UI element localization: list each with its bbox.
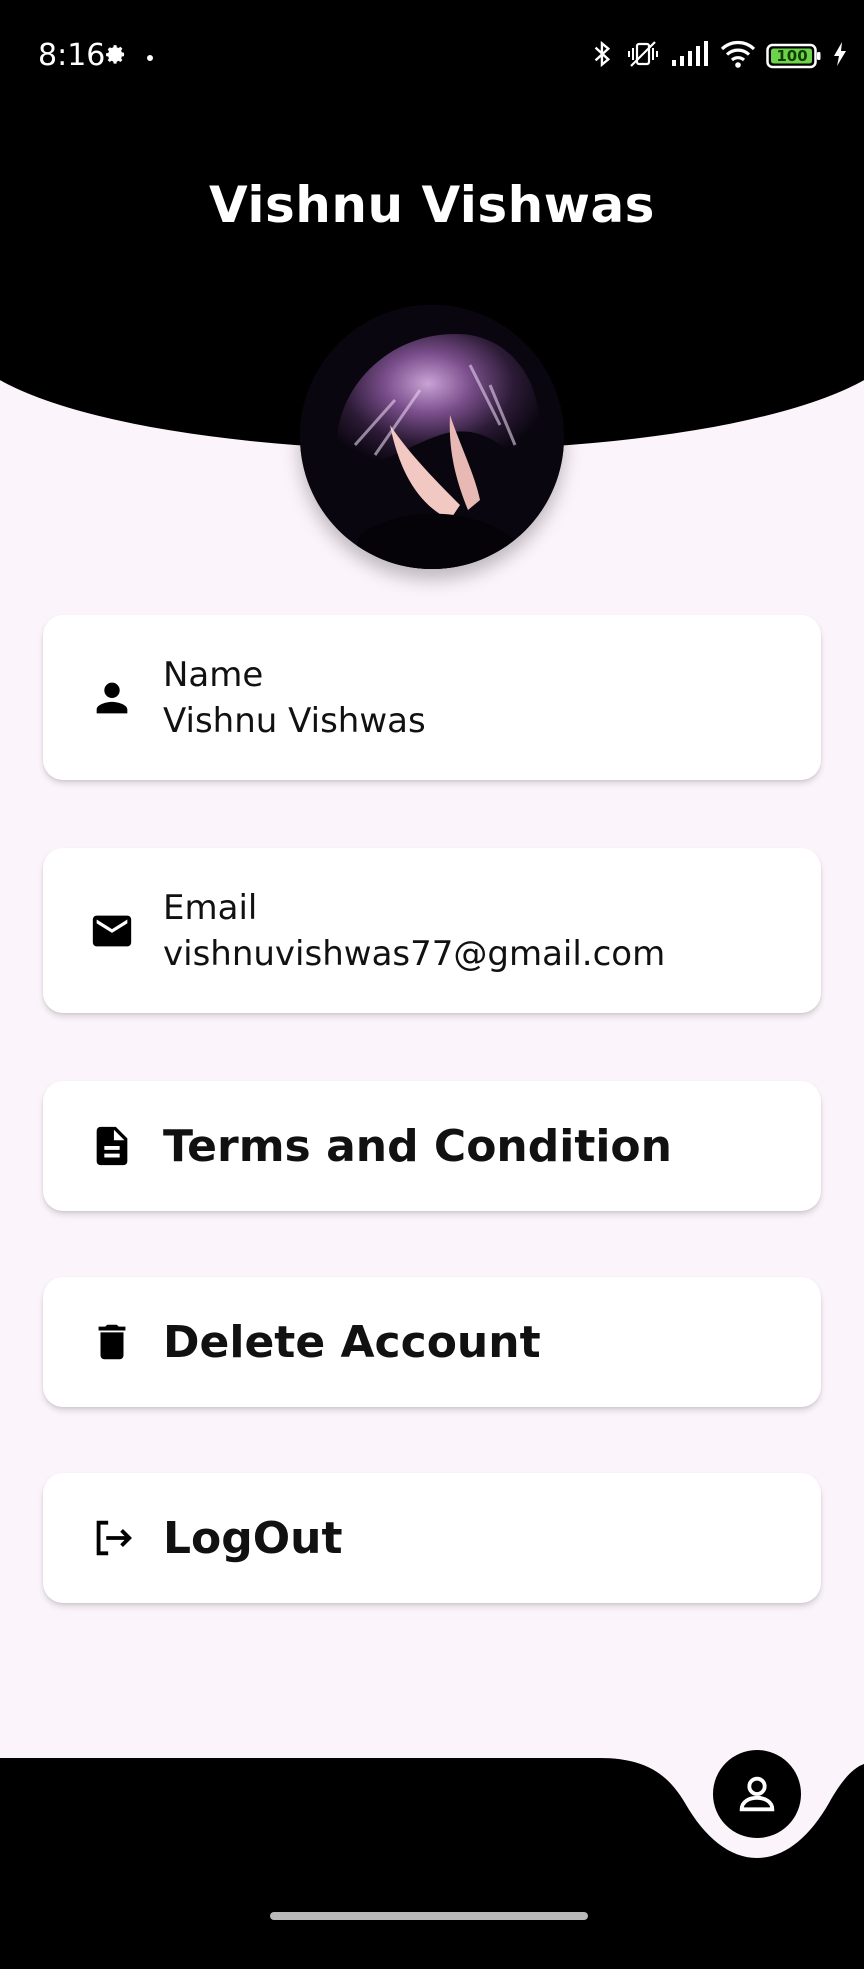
profile-photo[interactable] [300, 305, 564, 569]
name-value: Vishnu Vishwas [163, 700, 426, 741]
status-bar: 8:16 100 [0, 0, 864, 110]
delete-account-label: Delete Account [163, 1316, 541, 1368]
nav-profile[interactable] [713, 1750, 801, 1838]
person-icon [87, 673, 137, 723]
document-icon [87, 1121, 137, 1171]
terms-label: Terms and Condition [163, 1120, 672, 1172]
wifi-icon [720, 39, 756, 73]
mail-icon [87, 906, 137, 956]
trash-icon [87, 1317, 137, 1367]
settings-icon [100, 40, 128, 72]
email-card: Email vishnuvishwas77@gmail.com [43, 848, 821, 1013]
name-label: Name [163, 654, 264, 695]
name-card: Name Vishnu Vishwas [43, 615, 821, 780]
logout-button[interactable]: LogOut [43, 1473, 821, 1603]
profile-icon [739, 1776, 775, 1812]
home-indicator[interactable] [270, 1912, 588, 1920]
bluetooth-icon [590, 38, 616, 74]
battery-icon: 100 [766, 42, 822, 70]
vibrate-icon [626, 38, 660, 74]
dot-icon [146, 47, 154, 66]
terms-and-condition-button[interactable]: Terms and Condition [43, 1081, 821, 1211]
page-title: Vishnu Vishwas [209, 176, 655, 234]
avatar-illustration [300, 305, 564, 569]
logout-icon [87, 1513, 137, 1563]
email-value: vishnuvishwas77@gmail.com [163, 933, 666, 974]
logout-label: LogOut [163, 1512, 343, 1564]
battery-level: 100 [776, 47, 808, 65]
charging-icon [832, 41, 848, 71]
email-label: Email [163, 887, 258, 928]
delete-account-button[interactable]: Delete Account [43, 1277, 821, 1407]
signal-icon [670, 40, 710, 72]
status-time: 8:16 [38, 38, 106, 73]
